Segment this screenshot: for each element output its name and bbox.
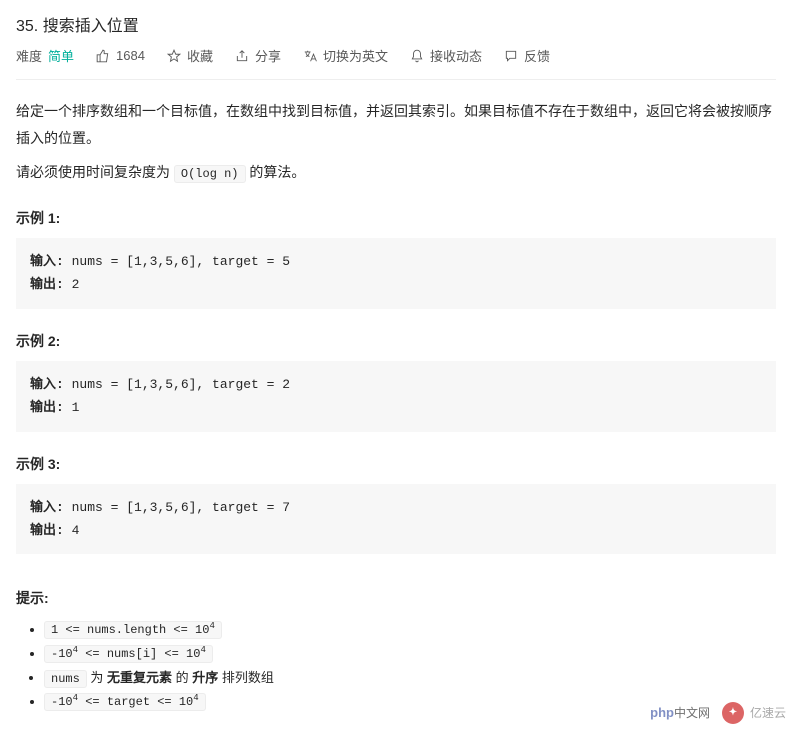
hints-list: 1 <= nums.length <= 104 -104 <= nums[i] …	[16, 618, 776, 713]
example-2: 输入: nums = [1,3,5,6], target = 2 输出: 1	[16, 361, 776, 432]
desc-p1: 给定一个排序数组和一个目标值，在数组中找到目标值，并返回其索引。如果目标值不存在…	[16, 98, 776, 151]
bell-icon	[410, 49, 424, 63]
output-label: 输出:	[30, 400, 64, 415]
watermark-logo-icon: ✦	[722, 702, 744, 724]
input-label: 输入:	[30, 500, 64, 515]
thumbs-up-icon	[96, 49, 110, 63]
hint-bold: 无重复元素	[107, 670, 172, 685]
difficulty-label: 难度	[16, 46, 42, 65]
hint-sup: 4	[209, 621, 214, 631]
translate-icon	[303, 49, 317, 63]
input-value: nums = [1,3,5,6], target = 2	[64, 377, 290, 392]
desc-p2b: 的算法。	[246, 164, 306, 180]
hint-text: -10	[51, 647, 73, 661]
hint-2: -104 <= nums[i] <= 104	[44, 642, 776, 666]
hint-text: -10	[51, 695, 73, 709]
likes-button[interactable]: 1684	[96, 48, 145, 63]
input-value: nums = [1,3,5,6], target = 7	[64, 500, 290, 515]
input-value: nums = [1,3,5,6], target = 5	[64, 254, 290, 269]
feedback-button[interactable]: 反馈	[504, 46, 550, 65]
hint-1: 1 <= nums.length <= 104	[44, 618, 776, 642]
hint-bold: 升序	[192, 670, 218, 685]
difficulty-value: 简单	[48, 46, 74, 65]
output-value: 4	[64, 523, 80, 538]
hint-text: 1 <= nums.length <= 10	[51, 623, 209, 637]
favorite-label: 收藏	[187, 46, 213, 65]
watermark-php: php 中文网	[646, 702, 718, 723]
example-3-label: 示例 3:	[16, 454, 776, 474]
watermark: php 中文网 ✦ 亿速云	[642, 702, 786, 724]
star-icon	[167, 49, 181, 63]
hint-text: 为	[87, 670, 107, 685]
desc-p2a: 请必须使用时间复杂度为	[16, 164, 174, 180]
share-label: 分享	[255, 46, 281, 65]
output-value: 1	[64, 400, 80, 415]
hint-text: 的	[172, 670, 192, 685]
complexity-code: O(log n)	[174, 165, 246, 183]
hint-text: 排列数组	[218, 670, 274, 685]
input-label: 输入:	[30, 377, 64, 392]
hint-text: <= target <= 10	[78, 695, 193, 709]
hint-3: nums 为 无重复元素 的 升序 排列数组	[44, 666, 776, 691]
subscribe-label: 接收动态	[430, 46, 482, 65]
switch-lang-label: 切换为英文	[323, 46, 388, 65]
example-2-label: 示例 2:	[16, 331, 776, 351]
example-1: 输入: nums = [1,3,5,6], target = 5 输出: 2	[16, 238, 776, 309]
example-1-label: 示例 1:	[16, 208, 776, 228]
watermark-zh-text: 中文网	[674, 704, 710, 721]
output-label: 输出:	[30, 523, 64, 538]
feedback-icon	[504, 49, 518, 63]
problem-description: 给定一个排序数组和一个目标值，在数组中找到目标值，并返回其索引。如果目标值不存在…	[16, 98, 776, 186]
feedback-label: 反馈	[524, 46, 550, 65]
hints-label: 提示:	[16, 588, 776, 608]
output-label: 输出:	[30, 277, 64, 292]
subscribe-button[interactable]: 接收动态	[410, 46, 482, 65]
difficulty: 难度 简单	[16, 46, 74, 65]
input-label: 输入:	[30, 254, 64, 269]
hint-sup: 4	[193, 693, 198, 703]
hint-sup: 4	[200, 645, 205, 655]
meta-bar: 难度 简单 1684 收藏 分享 切换为英文 接收动态 反馈	[16, 46, 776, 80]
likes-count: 1684	[116, 48, 145, 63]
desc-p2: 请必须使用时间复杂度为 O(log n) 的算法。	[16, 159, 776, 186]
share-icon	[235, 49, 249, 63]
share-button[interactable]: 分享	[235, 46, 281, 65]
problem-title: 35. 搜索插入位置	[16, 12, 776, 36]
hint-text: <= nums[i] <= 10	[78, 647, 200, 661]
favorite-button[interactable]: 收藏	[167, 46, 213, 65]
output-value: 2	[64, 277, 80, 292]
switch-lang-button[interactable]: 切换为英文	[303, 46, 388, 65]
watermark-ysy-text: 亿速云	[750, 704, 786, 721]
watermark-php-text: php	[650, 705, 674, 720]
hint-code: nums	[44, 670, 87, 688]
example-3: 输入: nums = [1,3,5,6], target = 7 输出: 4	[16, 484, 776, 555]
